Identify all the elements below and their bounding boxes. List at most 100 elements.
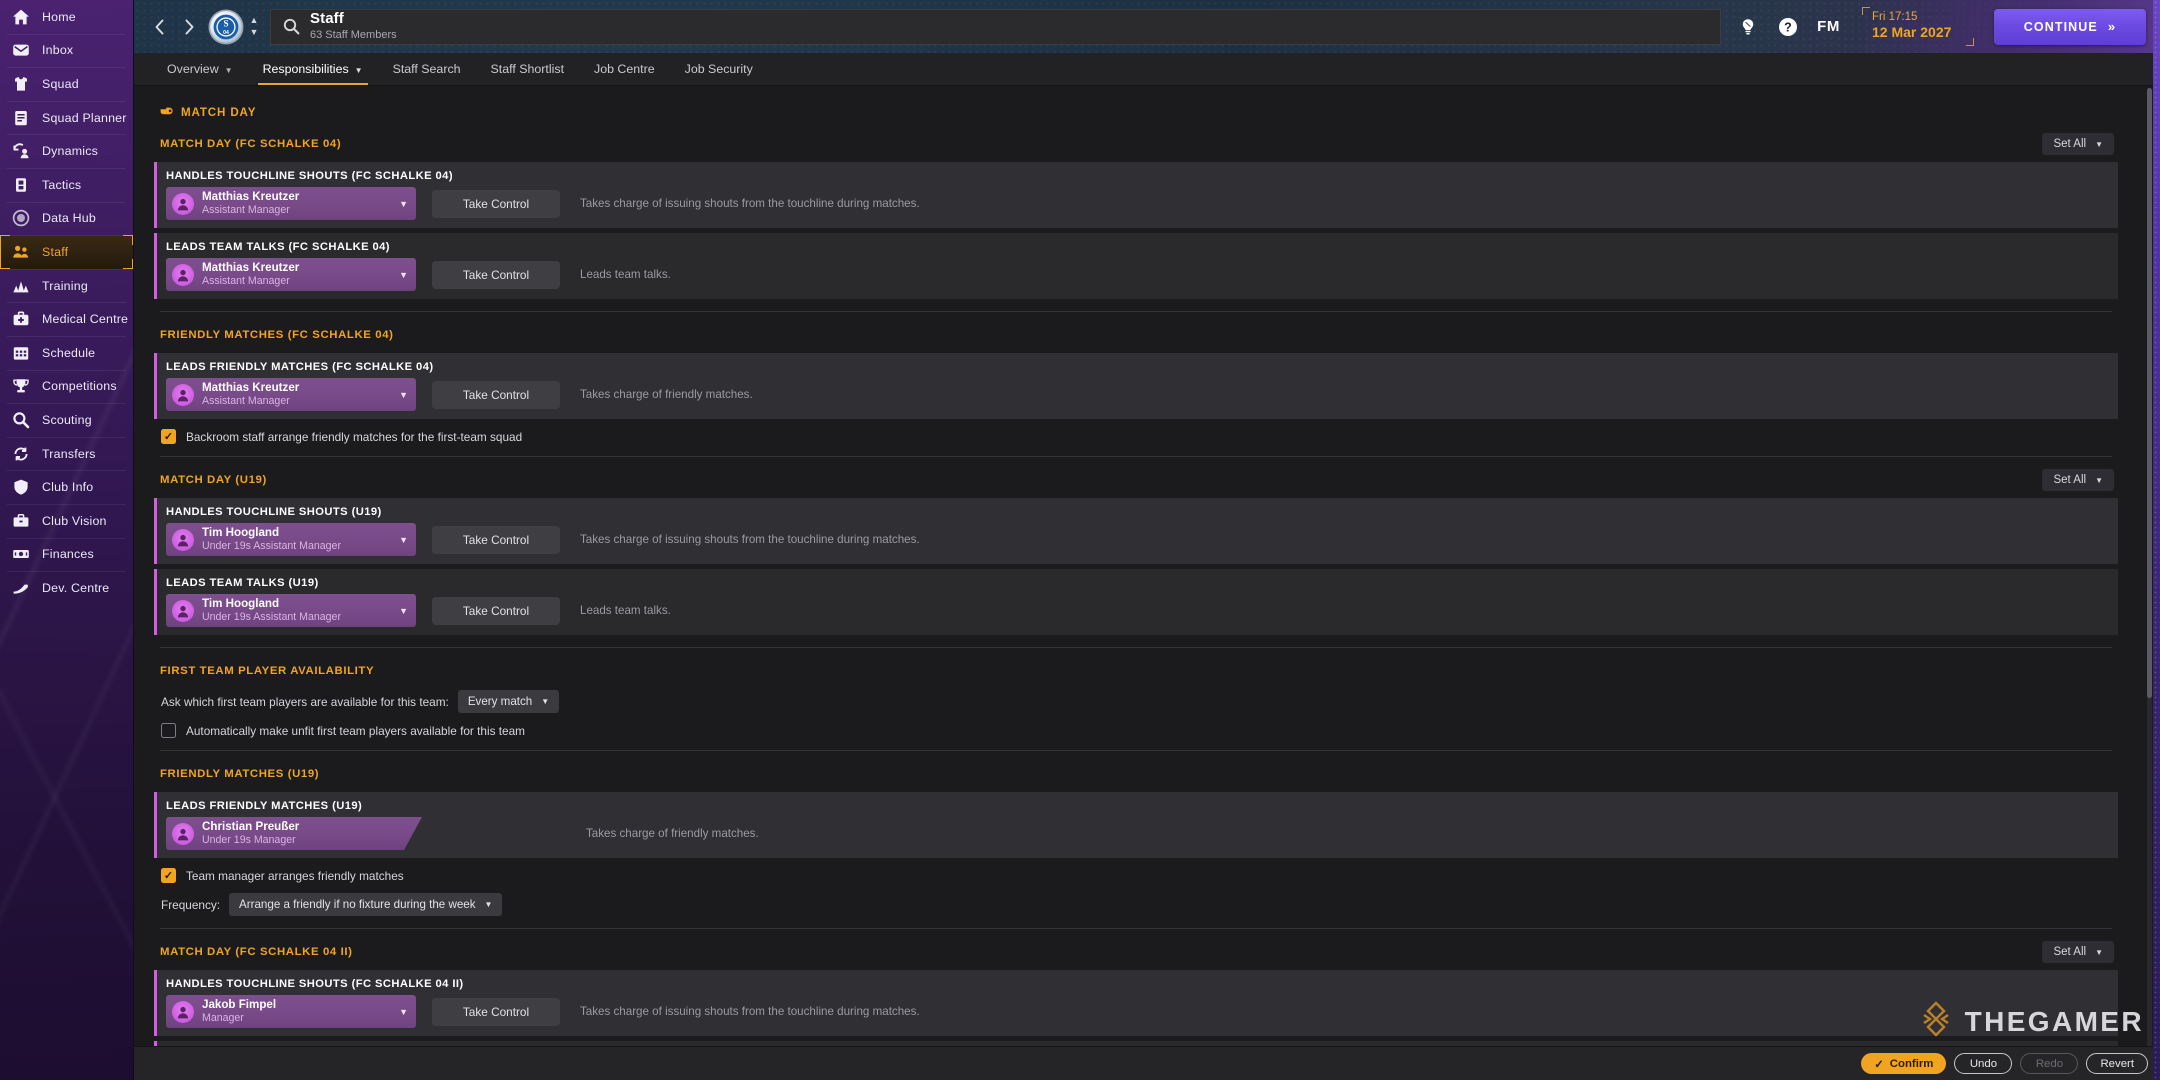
take-control-button[interactable]: Take Control — [432, 596, 560, 625]
chevron-down-icon: ▼ — [399, 1006, 408, 1017]
chevron-down-icon: ▼ — [399, 605, 408, 616]
sidebar-item-tactics[interactable]: Tactics — [0, 167, 133, 202]
calendar-icon — [11, 343, 31, 363]
responsibility-card: HANDLES TOUCHLINE SHOUTS (FC SCHALKE 04 … — [154, 970, 2118, 1036]
scrollbar-thumb[interactable] — [2147, 88, 2152, 698]
checkbox-row[interactable]: Automatically make unfit first team play… — [161, 723, 2118, 738]
sidebar-item-competitions[interactable]: Competitions — [0, 369, 133, 404]
responsibility-group-first-team-availability-u19: FIRST TEAM PLAYER AVAILABILITY Ask which … — [154, 660, 2118, 751]
fm-logo[interactable]: FM — [1817, 18, 1840, 35]
game-date: 12 Mar 2027 — [1872, 24, 1952, 41]
staff-selector[interactable]: Tim Hoogland Under 19s Assistant Manager ▼ — [166, 594, 416, 627]
idea-icon[interactable] — [1735, 14, 1761, 40]
trophy-icon — [11, 376, 31, 396]
chevron-right-icon[interactable] — [174, 12, 204, 42]
content-scroll-area[interactable]: MATCH DAY MATCH DAY (FC SCHALKE 04) Set A… — [134, 86, 2160, 1080]
tab-staff-shortlist[interactable]: Staff Shortlist — [476, 53, 579, 85]
sidebar-item-club-vision[interactable]: Club Vision — [0, 503, 133, 538]
responsibility-title: HANDLES TOUCHLINE SHOUTS (FC SCHALKE 04 … — [166, 978, 464, 990]
take-control-button[interactable]: Take Control — [432, 525, 560, 554]
checkbox-row[interactable]: ✓ Backroom staff arrange friendly matches… — [161, 429, 2118, 444]
staff-selector[interactable]: Tim Hoogland Under 19s Assistant Manager ▼ — [166, 523, 416, 556]
staff-name: Matthias Kreutzer — [202, 261, 300, 275]
tab-label: Overview — [167, 62, 219, 76]
sidebar-item-squad[interactable]: Squad — [0, 67, 133, 101]
confirm-button[interactable]: ✓ Confirm — [1861, 1053, 1947, 1074]
staff-selector[interactable]: Jakob FimpelManager ▼ — [166, 995, 416, 1028]
responsibility-card: HANDLES TOUCHLINE SHOUTS (FC SCHALKE 04)… — [154, 162, 2118, 228]
staff-selector[interactable]: Christian Preußer Under 19s Manager — [166, 817, 422, 850]
tab-responsibilities[interactable]: Responsibilities ▼ — [248, 53, 378, 85]
sidebar-item-training[interactable]: Training — [0, 268, 133, 303]
set-all-button[interactable]: Set All ▼ — [2042, 941, 2114, 963]
sidebar-item-scouting[interactable]: Scouting — [0, 403, 133, 437]
staff-selector[interactable]: Matthias Kreutzer Assistant Manager ▼ — [166, 187, 416, 220]
search-icon — [283, 18, 300, 35]
set-all-button[interactable]: Set All ▼ — [2042, 133, 2114, 155]
help-icon[interactable]: ? — [1775, 14, 1801, 40]
checkbox[interactable] — [161, 723, 176, 738]
magnifier-icon — [11, 410, 31, 430]
sidebar-item-dev-centre[interactable]: Dev. Centre — [0, 571, 133, 605]
responsibility-description: Leads team talks. — [580, 604, 671, 617]
take-control-button[interactable]: Take Control — [432, 997, 560, 1026]
take-control-label: Take Control — [462, 267, 530, 282]
continue-button[interactable]: CONTINUE » — [1994, 8, 2146, 45]
chevron-down-icon: ▼ — [399, 269, 408, 280]
responsibility-group-friendly-matches-schalke: FRIENDLY MATCHES (FC SCHALKE 04) LEADS FR… — [154, 324, 2118, 457]
chevron-down-icon: ▼ — [399, 198, 408, 209]
checkbox[interactable]: ✓ — [161, 868, 176, 883]
staff-selector[interactable]: Matthias Kreutzer Assistant Manager ▼ — [166, 378, 416, 411]
tab-overview[interactable]: Overview ▼ — [152, 53, 248, 85]
staff-selector[interactable]: Matthias Kreutzer Assistant Manager ▼ — [166, 258, 416, 291]
section-divider — [160, 750, 2112, 751]
sidebar-item-inbox[interactable]: Inbox — [0, 33, 133, 68]
frequency-dropdown[interactable]: Arrange a friendly if no fixture during … — [229, 893, 503, 916]
schalke-04-crest-icon[interactable]: S 04 — [210, 10, 242, 43]
responsibility-description: Leads team talks. — [580, 268, 671, 281]
shield-icon — [11, 477, 31, 497]
sidebar-item-label: Inbox — [42, 43, 74, 58]
sidebar-item-data-hub[interactable]: Data Hub — [0, 201, 133, 236]
responsibility-description: Takes charge of friendly matches. — [580, 388, 753, 401]
chevron-down-icon: ▼ — [2095, 947, 2103, 957]
revert-button[interactable]: Revert — [2086, 1053, 2148, 1074]
tab-job-security[interactable]: Job Security — [670, 53, 768, 85]
sidebar-item-home[interactable]: Home — [0, 0, 133, 34]
vertical-scrollbar[interactable] — [2147, 88, 2152, 1070]
chevron-left-icon[interactable] — [144, 12, 174, 42]
tab-staff-search[interactable]: Staff Search — [378, 53, 476, 85]
avatar — [172, 599, 194, 622]
frequency-row: Frequency: Arrange a friendly if no fixtu… — [161, 893, 2118, 916]
set-all-label: Set All — [2053, 138, 2087, 150]
chevron-down-icon: ▼ — [2095, 139, 2103, 149]
game-date-display: Fri 17:15 12 Mar 2027 — [1862, 7, 1974, 46]
sidebar-item-finances[interactable]: Finances — [0, 537, 133, 572]
checkbox-row[interactable]: ✓ Team manager arranges friendly matches — [161, 868, 2118, 883]
sidebar-item-dynamics[interactable]: Dynamics — [0, 134, 133, 168]
take-control-button[interactable]: Take Control — [432, 380, 560, 409]
group-header: FIRST TEAM PLAYER AVAILABILITY — [160, 660, 2118, 682]
sidebar-item-medical-centre[interactable]: Medical Centre — [0, 302, 133, 336]
set-all-button[interactable]: Set All ▼ — [2042, 469, 2114, 491]
checkbox[interactable]: ✓ — [161, 429, 176, 444]
search-bar[interactable]: Staff 63 Staff Members — [270, 8, 1722, 45]
take-control-button[interactable]: Take Control — [432, 260, 560, 289]
shirt-icon — [11, 74, 31, 94]
checkbox-label: Team manager arranges friendly matches — [186, 868, 404, 883]
responsibility-group-match-day-schalke: MATCH DAY (FC SCHALKE 04) Set All ▼ HANDLES… — [154, 133, 2118, 312]
responsibility-card: LEADS FRIENDLY MATCHES (FC SCHALKE 04) Ma… — [154, 353, 2118, 419]
sidebar-item-club-info[interactable]: Club Info — [0, 470, 133, 504]
group-header: MATCH DAY (FC SCHALKE 04) Set All ▼ — [160, 133, 2118, 155]
sidebar-item-squad-planner[interactable]: Squad Planner — [0, 100, 133, 135]
sidebar-item-schedule[interactable]: Schedule — [0, 335, 133, 370]
sidebar-item-staff[interactable]: Staff — [0, 235, 133, 269]
availability-dropdown[interactable]: Every match ▼ — [457, 690, 560, 713]
take-control-button[interactable]: Take Control — [432, 189, 560, 218]
undo-button[interactable]: Undo — [1954, 1053, 2013, 1074]
tab-job-centre[interactable]: Job Centre — [579, 53, 670, 85]
club-switch-stepper[interactable]: ▲ ▼ — [246, 11, 262, 43]
game-time: Fri 17:15 — [1872, 11, 1918, 24]
sidebar-item-transfers[interactable]: Transfers — [0, 436, 133, 471]
chevron-down-icon: ▼ — [541, 697, 550, 706]
